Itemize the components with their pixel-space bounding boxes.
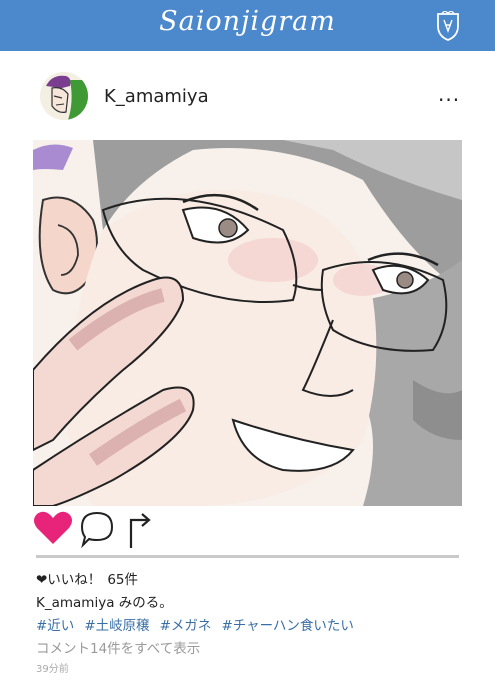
post-username[interactable]: K_amamiya [104,86,209,107]
hashtag-link[interactable]: #近い [36,618,74,634]
speech-bubble-icon[interactable] [79,510,115,548]
hashtag-link[interactable]: #チャーハン食いたい [221,618,353,634]
heart-icon[interactable] [33,510,73,546]
action-bar [0,510,495,550]
hashtag-link[interactable]: #土岐原穣 [84,618,149,634]
likes-count[interactable]: 65件 [107,572,138,588]
caption-username[interactable]: K_amamiya [36,595,114,611]
hashtag-link[interactable]: #メガネ [160,618,212,634]
avatar[interactable] [40,72,88,120]
crest-icon[interactable] [436,11,460,41]
post-header: K_amamiya ... [0,72,495,122]
more-dots-icon[interactable]: ... [438,82,460,106]
likes-label[interactable]: ❤いいね！ [36,572,101,588]
caption-line: K_amamiya みのる。 [36,591,476,611]
app-title: Saionjigram [159,6,336,37]
hashtag-line: #近い #土岐原穣 #メガネ #チャーハン食いたい [36,614,476,634]
caption-text: みのる。 [118,595,173,611]
top-bar: Saionjigram [0,0,495,51]
share-arrow-icon[interactable] [125,510,155,550]
view-all-comments-link[interactable]: コメント14件をすべて表示 [36,637,476,657]
post-image[interactable] [33,140,462,506]
post-timestamp: 39分前 [36,664,69,675]
likes-line: ❤いいね！ 65件 [36,568,476,588]
divider [36,555,459,558]
